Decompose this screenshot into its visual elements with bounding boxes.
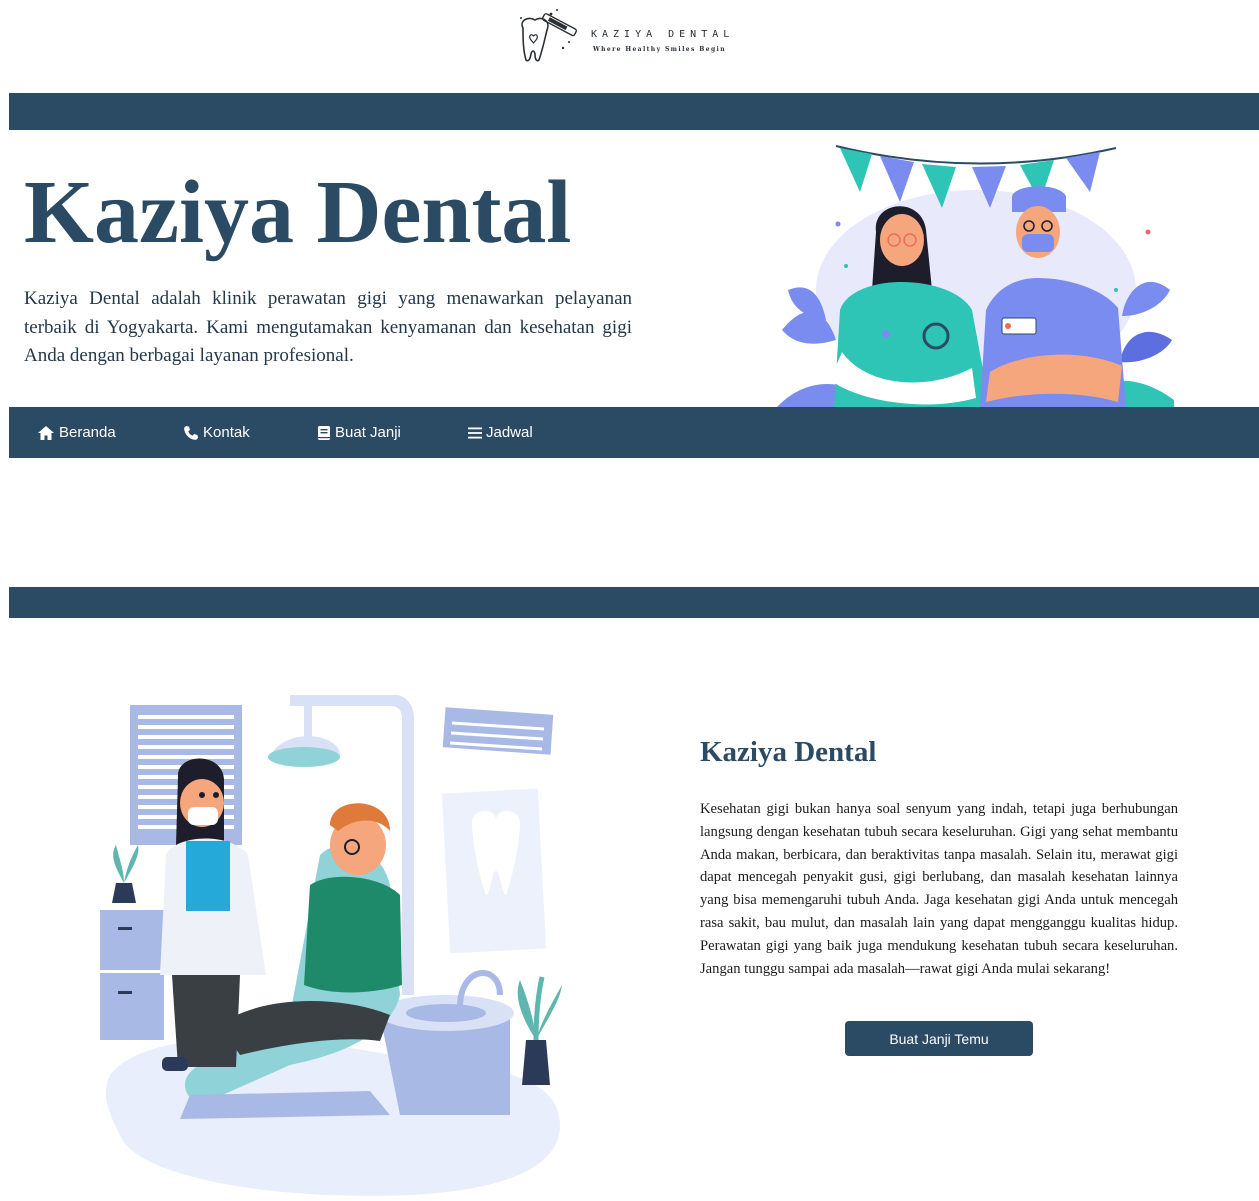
nav-item-buat-janji[interactable]: Buat Janji: [317, 407, 401, 458]
tooth-logo-icon: [520, 9, 578, 62]
logo-name: KAZIYA DENTAL: [591, 29, 735, 40]
book-appointment-button[interactable]: Buat Janji Temu: [845, 1021, 1033, 1056]
phone-icon: [184, 425, 198, 440]
about-title: Kaziya Dental: [700, 736, 877, 768]
nav-item-jadwal[interactable]: Jadwal: [468, 407, 533, 458]
logo-tagline: Where Healthy Smiles Begin: [593, 46, 726, 53]
header-band: [9, 93, 1259, 130]
hero-description: Kaziya Dental adalah klinik perawatan gi…: [24, 288, 632, 366]
nav-bar: Beranda Kontak Buat Janji Jadwal: [9, 407, 1259, 458]
nav-label-jadwal: Jadwal: [486, 424, 533, 441]
nav-item-kontak[interactable]: Kontak: [183, 407, 250, 458]
menu-icon: [468, 427, 482, 438]
section-divider-band: [9, 587, 1259, 618]
nav-item-beranda[interactable]: Beranda: [37, 407, 116, 458]
home-icon: [38, 425, 54, 440]
about-text: Kesehatan gigi bukan hanya soal senyum y…: [700, 801, 1178, 977]
nav-label-beranda: Beranda: [59, 424, 116, 441]
book-icon: [318, 425, 330, 440]
dental-clinic-illustration: [100, 695, 562, 1196]
dentist-team-illustration: [776, 145, 1174, 408]
nav-label-buat-janji: Buat Janji: [335, 424, 401, 441]
logo[interactable]: KAZIYA DENTAL Where Healthy Smiles Begin: [515, 4, 747, 66]
nav-label-kontak: Kontak: [203, 424, 250, 441]
hero-title: Kaziya Dental: [24, 163, 572, 262]
